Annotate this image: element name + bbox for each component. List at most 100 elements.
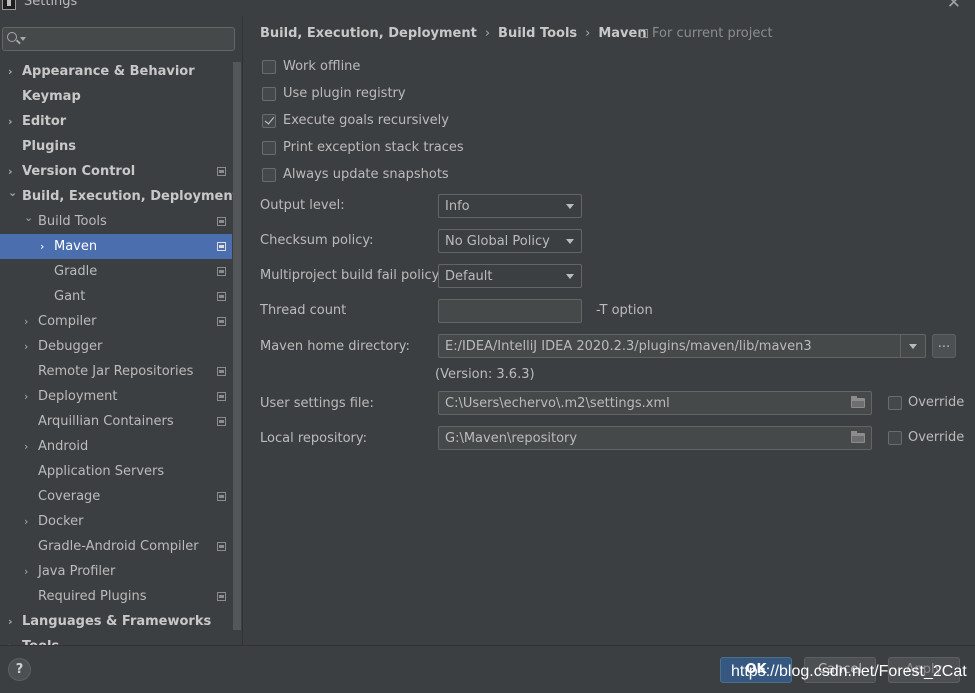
chevron-right-icon[interactable]: ›	[8, 609, 18, 634]
sidebar-item-languages-frameworks[interactable]: › Languages & Frameworks	[0, 609, 232, 634]
chevron-down-icon	[566, 204, 574, 209]
sidebar-item-label: Appearance & Behavior	[22, 64, 195, 79]
project-scope-icon	[217, 167, 226, 176]
multiproject-fail-policy-dropdown[interactable]: Default	[438, 264, 582, 288]
sidebar-item-application-servers[interactable]: Application Servers	[0, 459, 232, 484]
sidebar-item-tools[interactable]: › Tools	[0, 634, 232, 645]
sidebar-item-build-tools[interactable]: ⌄ Build Tools	[0, 209, 232, 234]
user-settings-override-box[interactable]	[888, 396, 902, 410]
sidebar-item-coverage[interactable]: Coverage	[0, 484, 232, 509]
checksum-policy-dropdown[interactable]: No Global Policy	[438, 229, 582, 253]
output-level-label: Output level:	[260, 198, 345, 213]
project-scope-icon	[640, 29, 648, 38]
sidebar-item-label: Languages & Frameworks	[22, 614, 212, 629]
sidebar-scrollbar[interactable]	[233, 62, 241, 630]
chevron-right-icon[interactable]: ›	[8, 59, 18, 84]
output-level-value: Info	[445, 199, 470, 214]
sidebar-item-appearance-behavior[interactable]: › Appearance & Behavior	[0, 59, 232, 84]
print-exception-stack-traces-checkbox-box[interactable]	[262, 141, 276, 155]
thread-count-suffix: -T option	[596, 303, 653, 318]
maven-home-combo[interactable]: E:/IDEA/IntelliJ IDEA 2020.2.3/plugins/m…	[438, 334, 926, 358]
close-icon[interactable]: ✕	[947, 0, 961, 13]
sidebar-item-label: Gant	[54, 289, 86, 304]
maven-settings-panel: Build, Execution, Deployment › Build Tools…	[243, 16, 975, 645]
local-repository-input[interactable]: G:\Maven\repository	[438, 426, 872, 450]
folder-icon[interactable]	[851, 431, 865, 443]
sidebar-item-docker[interactable]: › Docker	[0, 509, 232, 534]
project-scope-icon	[217, 217, 226, 226]
work-offline-checkbox-box[interactable]	[262, 60, 276, 74]
breadcrumb-separator-icon: ›	[484, 26, 491, 41]
sidebar-item-label: Version Control	[22, 164, 136, 179]
always-update-snapshots-label: Always update snapshots	[283, 167, 449, 182]
sidebar-item-label: Keymap	[22, 89, 81, 104]
chevron-right-icon[interactable]: ›	[24, 434, 34, 459]
multiproject-fail-policy-value: Default	[445, 269, 493, 284]
user-settings-value: C:\Users\echervo\.m2\settings.xml	[445, 396, 670, 411]
chevron-down-icon[interactable]	[909, 344, 917, 349]
sidebar-item-gradle[interactable]: Gradle	[0, 259, 232, 284]
sidebar-item-label: Docker	[38, 514, 84, 529]
folder-icon[interactable]	[851, 396, 865, 408]
thread-count-input[interactable]	[438, 299, 582, 323]
maven-home-label: Maven home directory:	[260, 339, 410, 354]
sidebar-item-label: Tools	[22, 634, 59, 645]
sidebar-item-label: Application Servers	[38, 464, 165, 479]
execute-goals-recursively-checkbox-box[interactable]	[262, 114, 276, 128]
always-update-snapshots-checkbox-box[interactable]	[262, 168, 276, 182]
sidebar-item-deployment[interactable]: › Deployment	[0, 384, 232, 409]
sidebar-item-java-profiler[interactable]: › Java Profiler	[0, 559, 232, 584]
help-button[interactable]: ?	[8, 658, 31, 681]
sidebar-item-label: Arquillian Containers	[38, 414, 174, 429]
dialog-button-bar: ? OK Cancel Apply https://blog.csdn.net/…	[0, 645, 975, 693]
chevron-down-icon[interactable]: ⌄	[8, 180, 18, 205]
search-icon	[7, 32, 17, 42]
local-repository-override-box[interactable]	[888, 431, 902, 445]
output-level-dropdown[interactable]: Info	[438, 194, 582, 218]
sidebar-item-label: Maven	[54, 239, 98, 254]
chevron-right-icon[interactable]: ›	[24, 384, 34, 409]
sidebar-item-arquillian-containers[interactable]: Arquillian Containers	[0, 409, 232, 434]
chevron-right-icon[interactable]: ›	[24, 309, 34, 334]
chevron-down-icon[interactable]: ⌄	[24, 205, 34, 230]
sidebar-item-gant[interactable]: Gant	[0, 284, 232, 309]
search-history-dropdown-icon[interactable]	[20, 37, 26, 41]
sidebar-item-label: Coverage	[38, 489, 101, 504]
breadcrumb-item-build-tools[interactable]: Build Tools	[498, 26, 577, 41]
sidebar-item-version-control[interactable]: › Version Control	[0, 159, 232, 184]
breadcrumb-item-build-execution-deployment[interactable]: Build, Execution, Deployment	[260, 26, 477, 41]
sidebar-item-label: Debugger	[38, 339, 103, 354]
intellij-app-icon	[2, 0, 16, 10]
sidebar-item-plugins[interactable]: Plugins	[0, 134, 232, 159]
sidebar-item-label: Java Profiler	[38, 564, 116, 579]
user-settings-input[interactable]: C:\Users\echervo\.m2\settings.xml	[438, 391, 872, 415]
use-plugin-registry-checkbox-box[interactable]	[262, 87, 276, 101]
breadcrumb-separator-icon: ›	[585, 26, 591, 41]
chevron-right-icon[interactable]: ›	[24, 509, 34, 534]
sidebar-item-label: Editor	[22, 114, 67, 129]
sidebar-item-debugger[interactable]: › Debugger	[0, 334, 232, 359]
chevron-right-icon[interactable]: ›	[8, 109, 18, 134]
settings-sidebar: › Appearance & Behavior Keymap › Editor Plugi…	[0, 16, 243, 645]
sidebar-item-compiler[interactable]: › Compiler	[0, 309, 232, 334]
sidebar-item-maven[interactable]: › Maven	[0, 234, 232, 259]
sidebar-item-keymap[interactable]: Keymap	[0, 84, 232, 109]
maven-home-browse-button[interactable]: ...	[932, 334, 956, 358]
sidebar-item-remote-jar-repositories[interactable]: Remote Jar Repositories	[0, 359, 232, 384]
chevron-right-icon[interactable]: ›	[8, 634, 18, 645]
project-scope-icon	[217, 392, 226, 401]
multiproject-fail-policy-label: Multiproject build fail policy:	[260, 268, 443, 283]
sidebar-item-editor[interactable]: › Editor	[0, 109, 232, 134]
sidebar-item-android[interactable]: › Android	[0, 434, 232, 459]
scope-indicator: For current project	[640, 26, 773, 41]
sidebar-item-build-execution-deployment[interactable]: ⌄ Build, Execution, Deployment	[0, 184, 239, 209]
chevron-right-icon[interactable]: ›	[24, 334, 34, 359]
sidebar-item-label: Deployment	[38, 389, 118, 404]
search-input[interactable]	[2, 27, 235, 51]
chevron-right-icon[interactable]: ›	[24, 559, 34, 584]
sidebar-item-label: Compiler	[38, 314, 97, 329]
checksum-policy-label: Checksum policy:	[260, 233, 374, 248]
sidebar-item-gradle-android-compiler[interactable]: Gradle-Android Compiler	[0, 534, 232, 559]
sidebar-item-required-plugins[interactable]: Required Plugins	[0, 584, 232, 609]
chevron-right-icon[interactable]: ›	[40, 234, 50, 259]
